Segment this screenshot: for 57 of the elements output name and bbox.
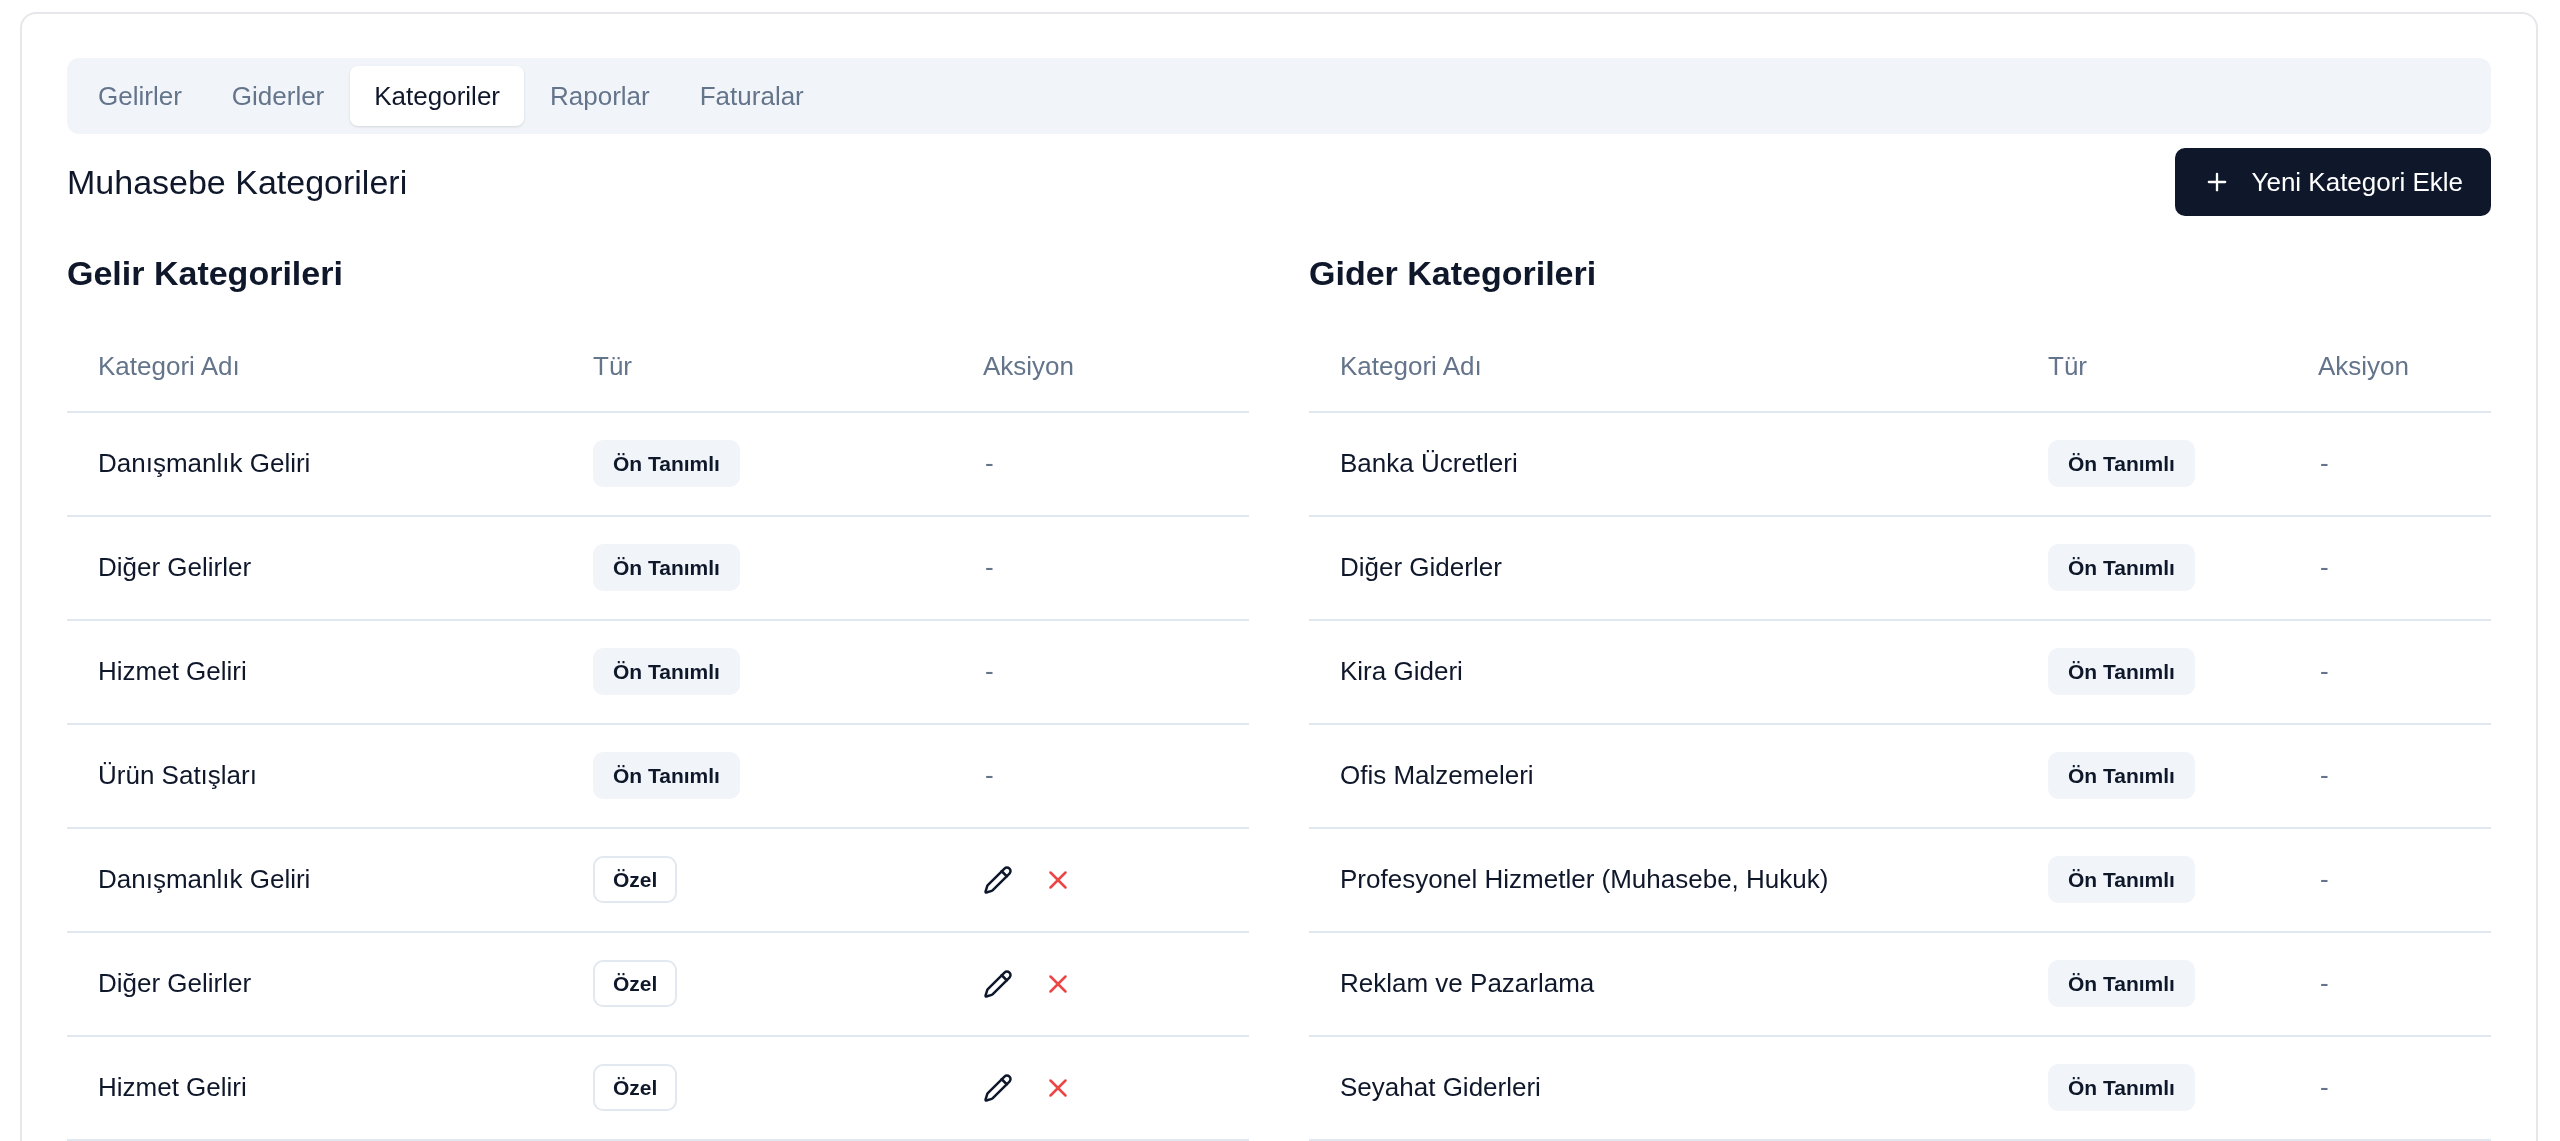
tab[interactable]: Kategoriler — [350, 66, 524, 126]
type-badge: Özel — [593, 1063, 678, 1112]
add-category-button[interactable]: Yeni Kategori Ekle — [2175, 148, 2491, 216]
empty-action-dash: - — [2319, 552, 2330, 582]
tab[interactable]: Raporlar — [526, 66, 674, 126]
empty-action-dash: - — [984, 656, 995, 686]
category-name: Hizmet Geliri — [98, 1071, 248, 1104]
type-badge: Ön Tanımlı — [2048, 647, 2195, 696]
edit-icon[interactable] — [983, 968, 1013, 999]
category-name: Danışmanlık Geliri — [98, 863, 312, 896]
type-badge: Ön Tanımlı — [593, 543, 740, 592]
type-badge: Ön Tanımlı — [593, 647, 740, 696]
type-badge: Ön Tanımlı — [2048, 543, 2195, 592]
category-name: Danışmanlık Geliri — [98, 447, 312, 480]
category-name: Banka Ücretleri — [1340, 447, 1519, 480]
type-badge: Özel — [593, 959, 678, 1008]
column-header: Kategori Adı — [98, 349, 241, 383]
section-title: Gelir Kategorileri — [67, 253, 344, 294]
type-badge: Ön Tanımlı — [593, 751, 740, 800]
empty-action-dash: - — [984, 552, 995, 582]
edit-icon[interactable] — [983, 864, 1013, 895]
page-title: Muhasebe Kategorileri — [67, 161, 408, 203]
column-header: Tür — [593, 349, 633, 383]
empty-action-dash: - — [984, 760, 995, 790]
empty-action-dash: - — [2319, 864, 2330, 894]
empty-action-dash: - — [2319, 1072, 2330, 1102]
category-name: Hizmet Geliri — [98, 655, 248, 688]
empty-action-dash: - — [2319, 968, 2330, 998]
type-badge: Özel — [593, 855, 678, 904]
category-name: Diğer Giderler — [1340, 551, 1503, 584]
empty-action-dash: - — [2319, 760, 2330, 790]
category-name: Reklam ve Pazarlama — [1340, 967, 1596, 1000]
tab[interactable]: Faturalar — [675, 66, 828, 126]
type-badge: Ön Tanımlı — [593, 439, 740, 488]
empty-action-dash: - — [984, 448, 995, 478]
empty-action-dash: - — [2319, 656, 2330, 686]
tab[interactable]: Gelirler — [74, 66, 206, 126]
category-name: Ürün Satışları — [98, 759, 258, 792]
category-name: Kira Gideri — [1340, 655, 1464, 688]
column-header: Tür — [2048, 349, 2088, 383]
empty-action-dash: - — [2319, 448, 2330, 478]
column-header: Aksiyon — [983, 349, 1076, 383]
type-badge: Ön Tanımlı — [2048, 439, 2195, 488]
tab[interactable]: Giderler — [207, 66, 349, 126]
section-title: Gider Kategorileri — [1309, 253, 1598, 294]
category-name: Profesyonel Hizmetler (Muhasebe, Hukuk) — [1340, 863, 1830, 896]
category-name: Diğer Gelirler — [98, 967, 253, 1000]
type-badge: Ön Tanımlı — [2048, 1063, 2195, 1112]
category-name: Diğer Gelirler — [98, 551, 253, 584]
column-header: Kategori Adı — [1340, 349, 1483, 383]
category-name: Ofis Malzemeleri — [1340, 759, 1535, 792]
column-header: Aksiyon — [2318, 349, 2411, 383]
edit-icon[interactable] — [983, 1072, 1013, 1103]
type-badge: Ön Tanımlı — [2048, 855, 2195, 904]
category-name: Seyahat Giderleri — [1340, 1071, 1542, 1104]
type-badge: Ön Tanımlı — [2048, 959, 2195, 1008]
type-badge: Ön Tanımlı — [2048, 751, 2195, 800]
